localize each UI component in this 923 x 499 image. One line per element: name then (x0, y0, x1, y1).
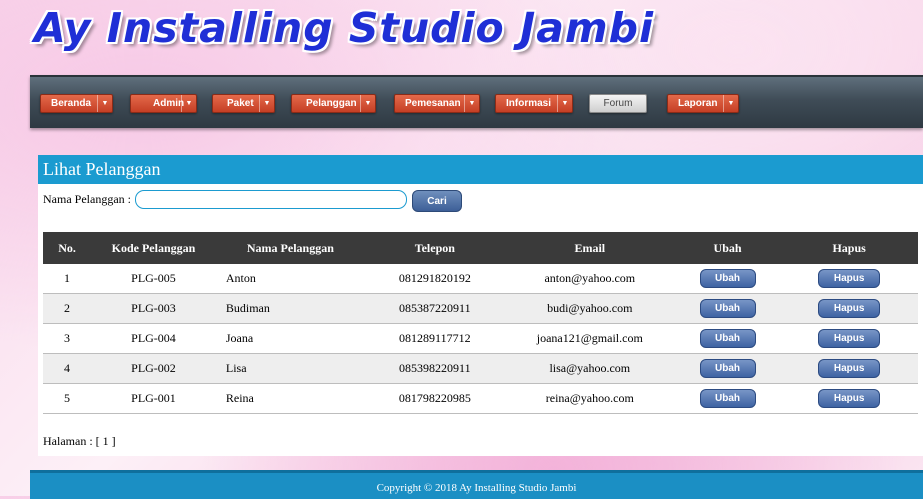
cell-nama: Anton (215, 264, 365, 294)
cell-kode: PLG-001 (91, 383, 216, 414)
column-header-no: No. (43, 232, 92, 264)
chevron-down-icon: ▼ (464, 95, 479, 112)
chevron-down-icon: ▼ (97, 95, 112, 112)
cell-email: anton@yahoo.com (504, 264, 675, 294)
nav-item-label: Beranda (51, 98, 92, 109)
cell-telepon: 085387220911 (364, 293, 505, 324)
chevron-down-icon: ▼ (181, 95, 196, 112)
nav-item-label: Informasi (506, 98, 552, 109)
edit-button[interactable]: Ubah (699, 299, 756, 318)
nav-item-admin[interactable]: Admin ▼ (130, 94, 197, 113)
nav-item-label: Laporan (678, 98, 718, 109)
cell-email: budi@yahoo.com (504, 293, 675, 324)
chevron-down-icon: ▼ (723, 95, 738, 112)
cell-nama: Lisa (215, 353, 365, 384)
cell-nama: Budiman (215, 293, 365, 324)
customer-panel: Lihat Pelanggan Nama Pelanggan : Cari No… (38, 155, 923, 456)
column-header-nama: Nama Pelanggan (215, 232, 365, 264)
column-header-hapus: Hapus (780, 232, 918, 264)
edit-button[interactable]: Ubah (699, 329, 756, 348)
cell-kode: PLG-004 (91, 323, 216, 354)
cell-nama: Joana (215, 323, 365, 354)
nav-item-label: Pelanggan (306, 98, 357, 109)
cell-no: 5 (43, 383, 92, 414)
table-row: 5 PLG-001 Reina 081798220985 reina@yahoo… (43, 383, 918, 414)
site-title: Ay Installing Studio Jambi (34, 4, 655, 52)
column-header-telepon: Telepon (364, 232, 505, 264)
edit-button[interactable]: Ubah (699, 359, 756, 378)
column-header-ubah: Ubah (674, 232, 781, 264)
table-row: 3 PLG-004 Joana 081289117712 joana121@gm… (43, 323, 918, 354)
cell-hapus: Hapus (780, 323, 918, 354)
cell-ubah: Ubah (674, 353, 781, 384)
chevron-down-icon: ▼ (360, 95, 375, 112)
chevron-down-icon: ▼ (557, 95, 572, 112)
nav-item-laporan[interactable]: Laporan ▼ (667, 94, 739, 113)
cell-no: 3 (43, 323, 92, 354)
cell-telepon: 085398220911 (364, 353, 505, 384)
footer: Copyright © 2018 Ay Installing Studio Ja… (30, 470, 923, 499)
column-header-kode: Kode Pelanggan (91, 232, 216, 264)
copyright-text: Copyright © 2018 Ay Installing Studio Ja… (376, 482, 577, 494)
chevron-down-icon: ▼ (259, 95, 274, 112)
main-navbar: Beranda ▼ Admin ▼ Paket ▼ Pelanggan ▼ Pe… (30, 75, 923, 128)
table-header-row: No. Kode Pelanggan Nama Pelanggan Telepo… (43, 232, 918, 264)
table-row: 2 PLG-003 Budiman 085387220911 budi@yaho… (43, 293, 918, 324)
nav-item-beranda[interactable]: Beranda ▼ (40, 94, 113, 113)
nav-item-forum[interactable]: Forum (589, 94, 647, 113)
cell-ubah: Ubah (674, 264, 781, 294)
page-title: Lihat Pelanggan (43, 159, 161, 179)
nav-item-label: Admin (153, 98, 185, 109)
table-row: 4 PLG-002 Lisa 085398220911 lisa@yahoo.c… (43, 353, 918, 384)
cell-kode: PLG-005 (91, 264, 216, 294)
search-input[interactable] (135, 190, 407, 209)
nav-item-paket[interactable]: Paket ▼ (212, 94, 275, 113)
nav-item-pemesanan[interactable]: Pemesanan ▼ (394, 94, 480, 113)
cell-email: reina@yahoo.com (504, 383, 675, 414)
cell-telepon: 081291820192 (364, 264, 505, 294)
cell-kode: PLG-002 (91, 353, 216, 384)
cell-kode: PLG-003 (91, 293, 216, 324)
delete-button[interactable]: Hapus (818, 329, 881, 348)
cell-email: lisa@yahoo.com (504, 353, 675, 384)
cell-ubah: Ubah (674, 383, 781, 414)
delete-button[interactable]: Hapus (818, 269, 881, 288)
cell-ubah: Ubah (674, 323, 781, 354)
cell-hapus: Hapus (780, 264, 918, 294)
cell-hapus: Hapus (780, 293, 918, 324)
cell-ubah: Ubah (674, 293, 781, 324)
cell-no: 2 (43, 293, 92, 324)
search-label: Nama Pelanggan : (43, 192, 131, 206)
cell-no: 4 (43, 353, 92, 384)
column-header-email: Email (504, 232, 675, 264)
nav-item-label: Pemesanan (405, 98, 461, 109)
nav-item-pelanggan[interactable]: Pelanggan ▼ (291, 94, 376, 113)
edit-button[interactable]: Ubah (699, 389, 756, 408)
nav-item-informasi[interactable]: Informasi ▼ (495, 94, 573, 113)
cell-email: joana121@gmail.com (504, 323, 675, 354)
nav-item-label: Paket (227, 98, 254, 109)
pagination: Halaman : [ 1 ] (43, 434, 116, 448)
customer-table: No. Kode Pelanggan Nama Pelanggan Telepo… (43, 232, 918, 414)
table-row: 1 PLG-005 Anton 081291820192 anton@yahoo… (43, 264, 918, 294)
delete-button[interactable]: Hapus (818, 389, 881, 408)
cell-hapus: Hapus (780, 353, 918, 384)
edit-button[interactable]: Ubah (699, 269, 756, 288)
cell-nama: Reina (215, 383, 365, 414)
cell-no: 1 (43, 264, 92, 294)
cell-telepon: 081289117712 (364, 323, 505, 354)
cell-telepon: 081798220985 (364, 383, 505, 414)
panel-header: Lihat Pelanggan (38, 155, 923, 184)
search-button[interactable]: Cari (412, 190, 462, 212)
site-title-banner: Ay Installing Studio Jambi (34, 2, 654, 54)
delete-button[interactable]: Hapus (818, 359, 881, 378)
delete-button[interactable]: Hapus (818, 299, 881, 318)
nav-item-label: Forum (603, 98, 633, 109)
cell-hapus: Hapus (780, 383, 918, 414)
